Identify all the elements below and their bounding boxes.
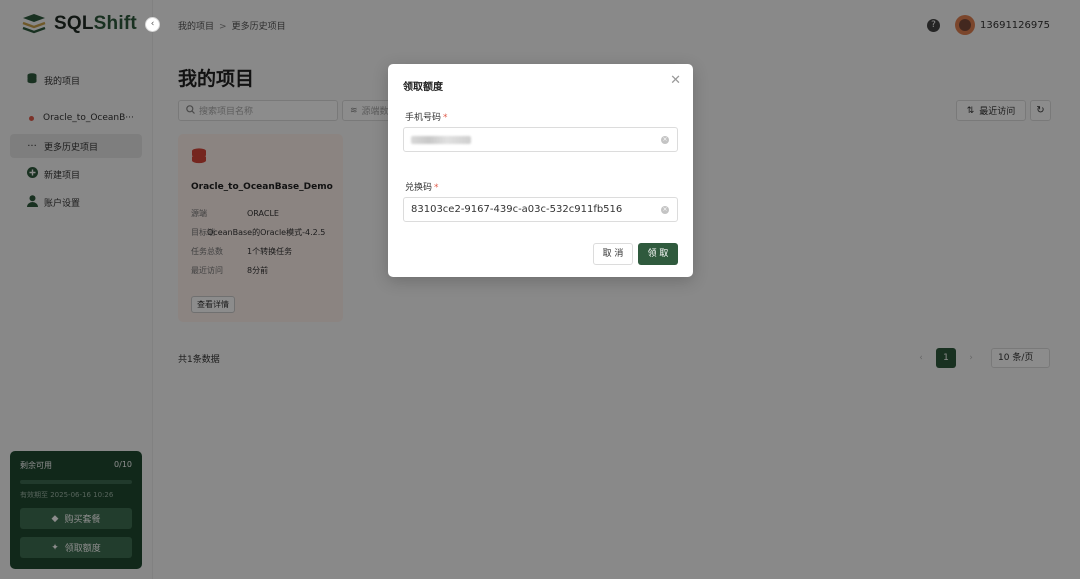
masked-phone-value bbox=[411, 135, 471, 144]
redeem-code-field[interactable]: 83103ce2-9167-439c-a03c-532c911fb516 × bbox=[403, 197, 678, 222]
code-label: 兑换码 * bbox=[405, 180, 439, 193]
required-mark: * bbox=[443, 113, 448, 123]
claim-button[interactable]: 领 取 bbox=[638, 243, 678, 265]
clear-icon[interactable]: × bbox=[661, 206, 669, 214]
clear-icon[interactable]: × bbox=[661, 136, 669, 144]
phone-label-text: 手机号码 bbox=[405, 113, 442, 123]
code-label-text: 兑换码 bbox=[405, 183, 433, 193]
chevron-left-icon[interactable]: ‹ bbox=[145, 17, 160, 32]
phone-field[interactable]: × bbox=[403, 127, 678, 152]
modal-title: 领取额度 bbox=[403, 82, 443, 93]
cancel-button[interactable]: 取 消 bbox=[593, 243, 633, 265]
close-icon[interactable]: ✕ bbox=[670, 74, 681, 87]
claim-quota-modal: 领取额度 ✕ 手机号码 * × 兑换码 * 83103ce2-9167-439c-a… bbox=[388, 64, 693, 277]
phone-label: 手机号码 * bbox=[405, 110, 448, 123]
redeem-code-value: 83103ce2-9167-439c-a03c-532c911fb516 bbox=[411, 204, 623, 215]
required-mark: * bbox=[434, 183, 439, 193]
